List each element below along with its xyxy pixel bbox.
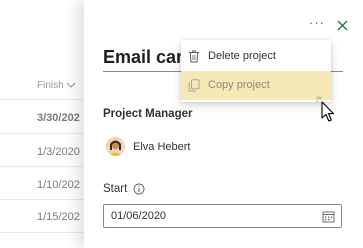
menu-item-label: Delete project (208, 50, 276, 62)
project-title-input[interactable]: Email cam (103, 47, 183, 68)
calendar-icon[interactable] (322, 210, 335, 223)
menu-item-delete-project[interactable]: Delete project (181, 42, 331, 71)
menu-item-label: Copy project (208, 79, 270, 91)
start-date-value: 01/06/2020 (111, 210, 167, 222)
close-icon[interactable] (336, 19, 349, 32)
project-manager-label: Project Manager (103, 108, 193, 120)
avatar[interactable] (106, 137, 125, 156)
mouse-pointer-icon (316, 96, 335, 122)
more-options-button[interactable]: ··· (309, 16, 325, 32)
start-date-input[interactable]: 01/06/2020 (103, 204, 342, 228)
copy-icon (188, 79, 200, 92)
info-icon[interactable] (133, 183, 145, 195)
project-manager-name[interactable]: Elva Hebert (133, 141, 190, 153)
start-label: Start (103, 183, 128, 195)
dim-overlay (0, 0, 84, 248)
person-avatar-icon (106, 137, 125, 156)
menu-item-copy-project[interactable]: Copy project (181, 71, 331, 100)
project-context-menu: Delete project Copy project (181, 40, 331, 102)
trash-icon (189, 50, 199, 63)
